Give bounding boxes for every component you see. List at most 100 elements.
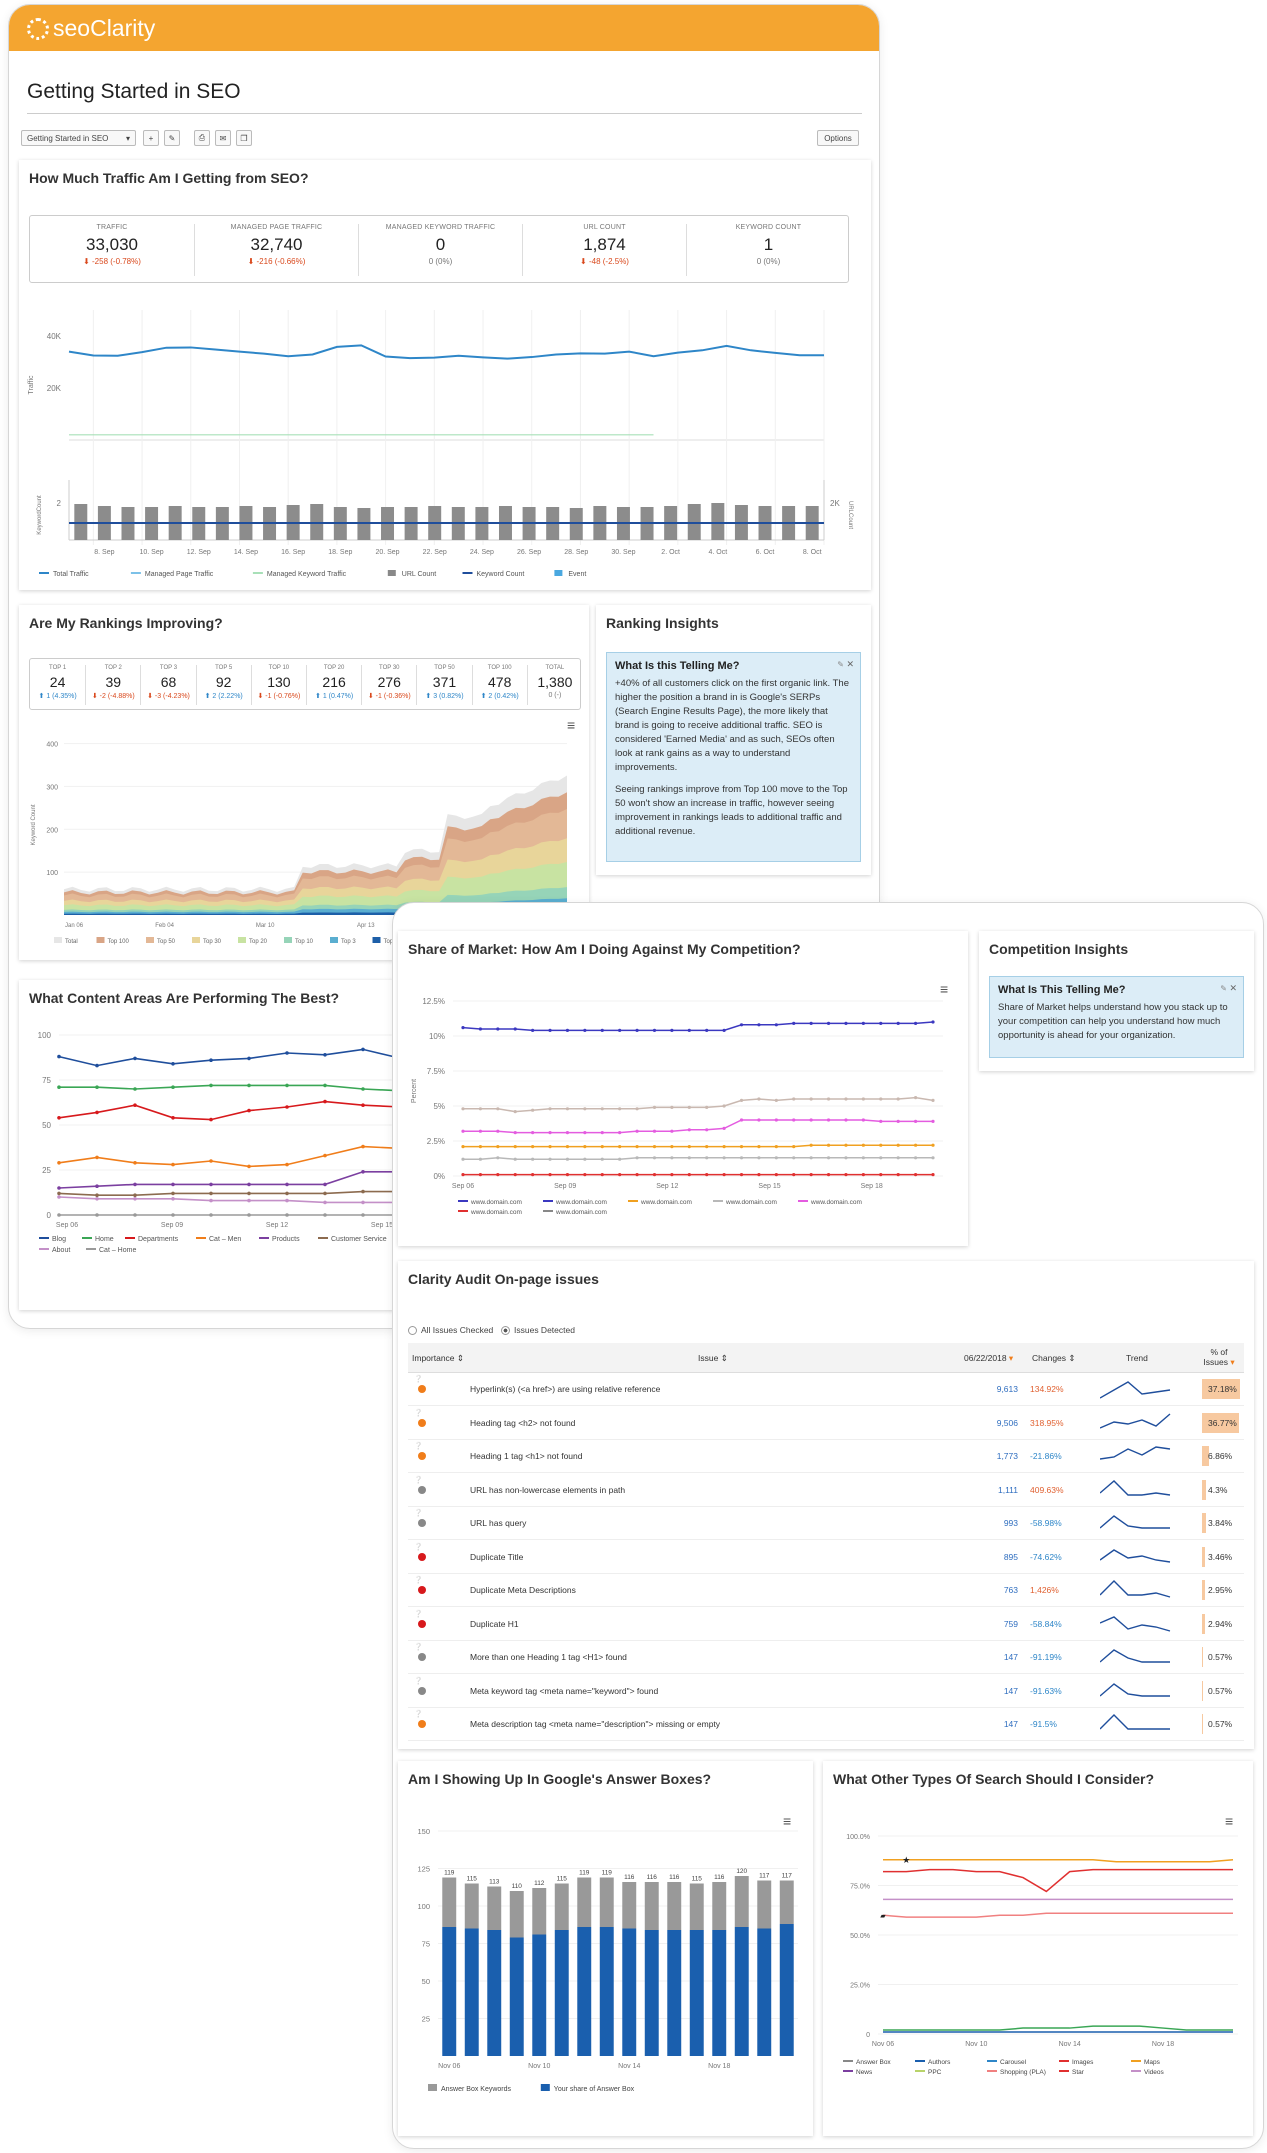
issue-count[interactable]: 993: [1004, 1518, 1018, 1528]
legend-item[interactable]: Customer Service: [318, 1236, 387, 1243]
issue-count[interactable]: 895: [1004, 1552, 1018, 1562]
data-point: [548, 1131, 552, 1135]
add-button[interactable]: +: [143, 130, 159, 146]
help-icon[interactable]: ❔: [414, 1644, 423, 1651]
legend-item[interactable]: Top 3: [330, 937, 356, 945]
edit-icon[interactable]: ✎: [1220, 982, 1227, 996]
rank-stat: TOP 50 371 ⬆ 3 (0.82%): [416, 665, 471, 705]
legend-item[interactable]: www.domain.com: [798, 1199, 862, 1206]
issue-text[interactable]: Meta description tag <meta name="descrip…: [470, 1719, 720, 1729]
help-icon[interactable]: ❔: [414, 1577, 423, 1584]
legend-item[interactable]: PPC: [915, 2069, 942, 2076]
issue-text[interactable]: More than one Heading 1 tag <H1> found: [470, 1652, 627, 1662]
view-select[interactable]: Getting Started in SEO ▾: [21, 130, 136, 146]
col-importance[interactable]: Importance ⇕: [412, 1353, 464, 1364]
col-changes[interactable]: Changes ⇕: [1032, 1353, 1076, 1364]
help-icon[interactable]: ❔: [414, 1510, 423, 1517]
svg-text:URL Count: URL Count: [402, 571, 436, 578]
issue-count[interactable]: 147: [1004, 1719, 1018, 1729]
legend-item[interactable]: URL Count: [387, 570, 436, 578]
legend-item[interactable]: Your share of Answer Box: [540, 2084, 635, 2093]
legend-item[interactable]: Carousel: [987, 2059, 1027, 2066]
legend-item[interactable]: Authors: [915, 2059, 951, 2066]
legend-item[interactable]: Total Traffic: [39, 571, 89, 578]
issue-text[interactable]: Heading 1 tag <h1> not found: [470, 1451, 582, 1461]
legend-item[interactable]: Event: [554, 570, 586, 578]
rank-stat-value: 39: [105, 674, 122, 690]
email-button[interactable]: ✉: [215, 130, 231, 146]
issue-count[interactable]: 763: [1004, 1585, 1018, 1595]
copy-button[interactable]: ❐: [236, 130, 252, 146]
issue-text[interactable]: URL has query: [470, 1518, 526, 1528]
help-icon[interactable]: ❔: [414, 1711, 423, 1718]
help-icon[interactable]: ❔: [414, 1410, 423, 1417]
legend-item[interactable]: Star: [1059, 2069, 1085, 2076]
legend-item[interactable]: Top 10: [284, 937, 314, 945]
legend-item[interactable]: Cat – Men: [196, 1236, 241, 1243]
help-icon[interactable]: ❔: [414, 1443, 423, 1450]
legend-item[interactable]: Maps: [1131, 2059, 1161, 2066]
issue-text[interactable]: Duplicate H1: [470, 1619, 519, 1629]
legend-item[interactable]: Top 20: [238, 937, 268, 945]
logo[interactable]: seoClarity: [27, 15, 155, 42]
legend-item[interactable]: www.domain.com: [458, 1199, 522, 1206]
edit-button[interactable]: ✎: [164, 130, 180, 146]
legend-item[interactable]: About: [39, 1247, 70, 1254]
legend-item[interactable]: www.domain.com: [628, 1199, 692, 1206]
help-icon[interactable]: ❔: [414, 1611, 423, 1618]
print-button[interactable]: ⎙: [194, 130, 210, 146]
issue-count[interactable]: 9,506: [997, 1418, 1018, 1428]
options-button[interactable]: Options: [817, 130, 859, 146]
legend-item[interactable]: Top 50: [146, 937, 176, 945]
issue-text[interactable]: Heading tag <h2> not found: [470, 1418, 575, 1428]
legend-item[interactable]: News: [843, 2069, 873, 2076]
legend-item[interactable]: Products: [259, 1236, 300, 1243]
legend-item[interactable]: Top 100: [96, 937, 130, 945]
legend-item[interactable]: Top 30: [192, 937, 222, 945]
issue-count[interactable]: 147: [1004, 1686, 1018, 1696]
issue-count[interactable]: 147: [1004, 1652, 1018, 1662]
data-point: [913, 1143, 918, 1147]
legend-item[interactable]: Managed Keyword Traffic: [252, 571, 347, 578]
legend-item[interactable]: Answer Box Keywords: [428, 2084, 512, 2093]
legend-item[interactable]: Images: [1059, 2059, 1094, 2066]
issue-text[interactable]: Duplicate Title: [470, 1552, 523, 1562]
issue-text[interactable]: Meta keyword tag <meta name="keyword"> f…: [470, 1686, 658, 1696]
legend-item[interactable]: Home: [82, 1236, 114, 1243]
help-icon[interactable]: ❔: [414, 1678, 423, 1685]
help-icon[interactable]: ❔: [414, 1477, 423, 1484]
legend-item[interactable]: Videos: [1131, 2069, 1165, 2076]
legend-item[interactable]: www.domain.com: [543, 1209, 607, 1216]
issue-count[interactable]: 9,613: [997, 1384, 1018, 1394]
legend-item[interactable]: www.domain.com: [713, 1199, 777, 1206]
legend-item[interactable]: Departments: [125, 1236, 179, 1243]
legend-item[interactable]: Shopping (PLA): [987, 2069, 1046, 2076]
issue-count[interactable]: 1,773: [997, 1451, 1018, 1461]
help-icon[interactable]: ❔: [414, 1376, 423, 1383]
issue-text[interactable]: URL has non-lowercase elements in path: [470, 1485, 625, 1495]
legend-item[interactable]: Answer Box: [843, 2059, 891, 2066]
col-issue[interactable]: Issue ⇕: [698, 1353, 728, 1364]
close-icon[interactable]: ✕: [846, 657, 854, 671]
legend-item[interactable]: www.domain.com: [458, 1209, 522, 1216]
trend-sparkline: [1100, 1580, 1171, 1598]
issue-count[interactable]: 1,111: [998, 1485, 1018, 1495]
legend-item[interactable]: www.domain.com: [543, 1199, 607, 1206]
legend-item[interactable]: Managed Page Traffic: [130, 571, 214, 578]
issue-text[interactable]: Hyperlink(s) (<a href>) are using relati…: [470, 1384, 660, 1394]
radio-issues-detected[interactable]: Issues Detected: [501, 1325, 575, 1335]
radio-all-issues[interactable]: All Issues Checked: [408, 1325, 493, 1335]
x-tick-label: 8. Oct: [803, 549, 822, 556]
legend-item[interactable]: Cat – Home: [86, 1247, 136, 1254]
close-icon[interactable]: ✕: [1229, 981, 1237, 995]
issue-text[interactable]: Duplicate Meta Descriptions: [470, 1585, 576, 1595]
help-icon[interactable]: ❔: [414, 1544, 423, 1551]
legend-item[interactable]: Total: [54, 937, 78, 945]
col-date[interactable]: 06/22/2018 ▾: [964, 1353, 1013, 1364]
col-pct[interactable]: % of Issues ▾: [1200, 1347, 1238, 1367]
edit-icon[interactable]: ✎: [837, 658, 844, 672]
legend-item[interactable]: Keyword Count: [462, 571, 525, 578]
issue-count[interactable]: 759: [1004, 1619, 1018, 1629]
legend-item[interactable]: Blog: [39, 1236, 66, 1243]
severity-dot: [418, 1653, 426, 1661]
